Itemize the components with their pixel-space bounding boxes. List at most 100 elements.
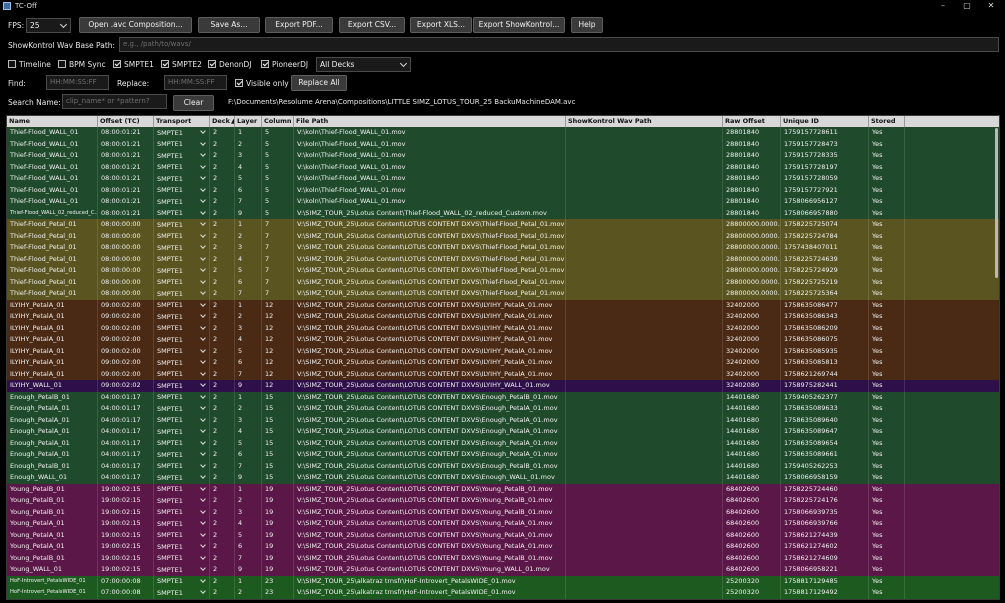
transport-select[interactable]: SMPTE1 (154, 173, 210, 185)
transport-dropdown[interactable]: SMPTE1 (154, 254, 209, 264)
column-header-unique-id[interactable]: Unique ID (781, 116, 869, 127)
table-row[interactable]: ILYIHY_PetalA_01 09:00:02:00 SMPTE1 2 4 12 V:\… (7, 334, 999, 346)
transport-select[interactable]: SMPTE1 (154, 403, 210, 415)
transport-dropdown[interactable]: SMPTE1 (154, 277, 209, 287)
table-row[interactable]: Enough_WALL_01 04:00:01:17 SMPTE1 2 9 15 V:\SI… (7, 472, 999, 484)
bpm-sync-checkbox[interactable] (58, 60, 66, 68)
column-header-stored[interactable]: Stored (869, 116, 905, 127)
table-row[interactable]: Thief-Flood_Petal_01 08:00:00:00 SMPTE1 2 6 7… (7, 276, 999, 288)
table-row[interactable]: Enough_PetalA_01 04:00:01:17 SMPTE1 2 6 15 V:\… (7, 449, 999, 461)
table-row[interactable]: Thief-Flood_Petal_01 08:00:00:00 SMPTE1 2 1 7… (7, 219, 999, 231)
transport-dropdown[interactable]: SMPTE1 (154, 323, 209, 333)
transport-select[interactable]: SMPTE1 (154, 472, 210, 484)
table-row[interactable]: Thief-Flood_WALL_01 08:00:01:21 SMPTE1 2 3 5 V… (7, 150, 999, 162)
table-row[interactable]: Thief-Flood_Petal_01 08:00:00:00 SMPTE1 2 7 7… (7, 288, 999, 300)
help-button[interactable]: Help (571, 17, 603, 33)
transport-dropdown[interactable]: SMPTE1 (154, 553, 209, 563)
transport-select[interactable]: SMPTE1 (154, 265, 210, 277)
transport-dropdown[interactable]: SMPTE1 (154, 484, 209, 494)
smpte2-checkbox[interactable] (161, 60, 169, 68)
export-xls-button[interactable]: Export XLS... (410, 17, 472, 33)
transport-select[interactable]: SMPTE1 (154, 460, 210, 472)
transport-select[interactable]: SMPTE1 (154, 483, 210, 495)
transport-select[interactable]: SMPTE1 (154, 552, 210, 564)
transport-select[interactable]: SMPTE1 (154, 219, 210, 231)
transport-dropdown[interactable]: SMPTE1 (154, 415, 209, 425)
transport-dropdown[interactable]: SMPTE1 (154, 139, 209, 149)
table-row[interactable]: Young_PetalA_01 19:00:02:15 SMPTE1 2 6 19 V:\S… (7, 541, 999, 553)
transport-dropdown[interactable]: SMPTE1 (154, 588, 209, 598)
table-row[interactable]: HoF-Introvert_PetalsWIDE_01 07:00:00:08 SM… (7, 587, 999, 599)
transport-select[interactable]: SMPTE1 (154, 334, 210, 346)
transport-select[interactable]: SMPTE1 (154, 196, 210, 208)
column-header-offset[interactable]: Offset (TC) (98, 116, 154, 127)
transport-select[interactable]: SMPTE1 (154, 138, 210, 150)
transport-dropdown[interactable]: SMPTE1 (154, 197, 209, 207)
transport-select[interactable]: SMPTE1 (154, 380, 210, 392)
transport-dropdown[interactable]: SMPTE1 (154, 530, 209, 540)
table-row[interactable]: ILYIHY_PetalA_01 09:00:02:00 SMPTE1 2 1 12 V:\… (7, 299, 999, 311)
transport-dropdown[interactable]: SMPTE1 (154, 461, 209, 471)
table-row[interactable]: ILYIHY_PetalA_01 09:00:02:00 SMPTE1 2 2 12 V:\… (7, 311, 999, 323)
transport-select[interactable]: SMPTE1 (154, 426, 210, 438)
table-row[interactable]: ILYIHY_WALL_01 09:00:02:02 SMPTE1 2 9 12 V:\SI… (7, 380, 999, 392)
transport-dropdown[interactable]: SMPTE1 (154, 346, 209, 356)
transport-select[interactable]: SMPTE1 (154, 184, 210, 196)
transport-dropdown[interactable]: SMPTE1 (154, 128, 209, 138)
transport-dropdown[interactable]: SMPTE1 (154, 381, 209, 391)
table-row[interactable]: Thief-Flood_WALL_01 08:00:01:21 SMPTE1 2 4 5 V… (7, 161, 999, 173)
table-row[interactable]: Young_PetalB_01 19:00:02:15 SMPTE1 2 1 19 V:\S… (7, 483, 999, 495)
table-row[interactable]: Thief-Flood_WALL_01 08:00:01:21 SMPTE1 2 1 5 V… (7, 127, 999, 139)
transport-dropdown[interactable]: SMPTE1 (154, 231, 209, 241)
export-csv-button[interactable]: Export CSV... (339, 17, 405, 33)
transport-dropdown[interactable]: SMPTE1 (154, 185, 209, 195)
transport-select[interactable]: SMPTE1 (154, 288, 210, 300)
transport-dropdown[interactable]: SMPTE1 (154, 450, 209, 460)
transport-dropdown[interactable]: SMPTE1 (154, 220, 209, 230)
transport-select[interactable]: SMPTE1 (154, 437, 210, 449)
table-row[interactable]: HoF-Introvert_PetalsWIDE_01 07:00:00:08 SM… (7, 575, 999, 587)
close-icon[interactable]: ✕ (979, 0, 1003, 12)
transport-select[interactable]: SMPTE1 (154, 242, 210, 254)
wav-base-path-input[interactable] (119, 37, 999, 52)
transport-dropdown[interactable]: SMPTE1 (154, 542, 209, 552)
table-row[interactable]: Enough_PetalA_01 04:00:01:17 SMPTE1 2 4 15 V:\… (7, 426, 999, 438)
export-pdf-button[interactable]: Export PDF... (265, 17, 333, 33)
transport-select[interactable]: SMPTE1 (154, 345, 210, 357)
transport-select[interactable]: SMPTE1 (154, 564, 210, 576)
column-header-layer[interactable]: Layer (235, 116, 262, 127)
transport-select[interactable]: SMPTE1 (154, 391, 210, 403)
column-header-column[interactable]: Column (262, 116, 294, 127)
column-header-name[interactable]: Name (7, 116, 98, 127)
smpte1-checkbox[interactable] (113, 60, 121, 68)
table-row[interactable]: Thief-Flood_Petal_01 08:00:00:00 SMPTE1 2 4 7… (7, 253, 999, 265)
transport-dropdown[interactable]: SMPTE1 (154, 519, 209, 529)
transport-dropdown[interactable]: SMPTE1 (154, 369, 209, 379)
table-row[interactable]: Young_PetalA_01 19:00:02:15 SMPTE1 2 5 19 V:\S… (7, 529, 999, 541)
transport-select[interactable]: SMPTE1 (154, 587, 210, 599)
transport-dropdown[interactable]: SMPTE1 (154, 243, 209, 253)
transport-select[interactable]: SMPTE1 (154, 150, 210, 162)
decks-select[interactable]: All Decks (316, 57, 411, 72)
transport-dropdown[interactable]: SMPTE1 (154, 496, 209, 506)
transport-select[interactable]: SMPTE1 (154, 253, 210, 265)
transport-select[interactable]: SMPTE1 (154, 276, 210, 288)
replace-all-button[interactable]: Replace All (291, 75, 347, 91)
table-row[interactable]: Young_PetalA_01 19:00:02:15 SMPTE1 2 4 19 V:\S… (7, 518, 999, 530)
find-input[interactable] (46, 75, 109, 90)
transport-dropdown[interactable]: SMPTE1 (154, 289, 209, 299)
table-row[interactable]: Thief-Flood_WALL_01 08:00:01:21 SMPTE1 2 5 5 V… (7, 173, 999, 185)
clear-button[interactable]: Clear (173, 95, 214, 111)
table-row[interactable]: Thief-Flood_Petal_01 08:00:00:00 SMPTE1 2 3 7… (7, 242, 999, 254)
transport-select[interactable]: SMPTE1 (154, 299, 210, 311)
replace-input[interactable] (164, 75, 227, 90)
table-row[interactable]: Thief-Flood_Petal_01 08:00:00:00 SMPTE1 2 2 7… (7, 230, 999, 242)
transport-dropdown[interactable]: SMPTE1 (154, 473, 209, 483)
transport-dropdown[interactable]: SMPTE1 (154, 438, 209, 448)
transport-select[interactable]: SMPTE1 (154, 449, 210, 461)
transport-select[interactable]: SMPTE1 (154, 495, 210, 507)
transport-dropdown[interactable]: SMPTE1 (154, 300, 209, 310)
table-row[interactable]: ILYIHY_PetalA_01 09:00:02:00 SMPTE1 2 3 12 V:\… (7, 322, 999, 334)
column-header-wav-path[interactable]: ShowKontrol Wav Path (566, 116, 723, 127)
transport-select[interactable]: SMPTE1 (154, 311, 210, 323)
